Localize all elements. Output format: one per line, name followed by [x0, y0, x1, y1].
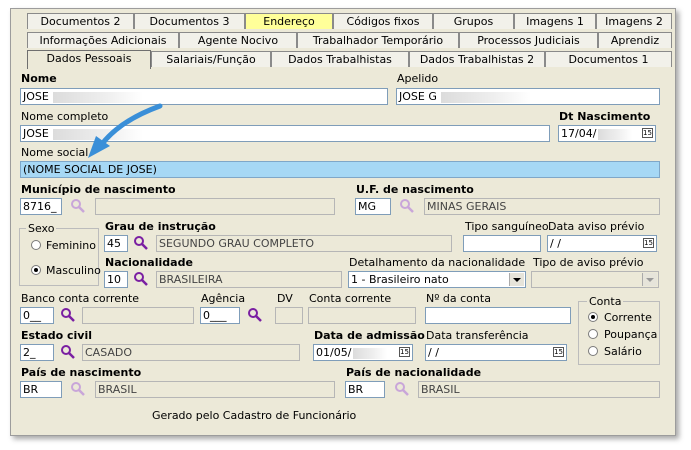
search-icon[interactable]	[60, 344, 76, 360]
conta-salario-radio[interactable]	[588, 346, 598, 356]
search-icon[interactable]	[70, 198, 86, 214]
nacionalidade-label: Nacionalidade	[105, 256, 193, 269]
nome-social-input[interactable]: (NOME SOCIAL DE JOSE)	[20, 161, 660, 178]
detalhamento-select[interactable]: 1 - Brasileiro nato	[348, 271, 526, 288]
dv-label: DV	[277, 292, 293, 305]
conta-corrente-label: Conta corrente	[309, 292, 392, 305]
conta-corrente-field	[308, 307, 416, 324]
nacionalidade-name-field: BRASILEIRA	[156, 271, 342, 288]
conta-salario-option-label: Salário	[604, 345, 642, 358]
sexo-masculino-radio[interactable]	[31, 265, 41, 275]
dt-nascimento-label: Dt Nascimento	[559, 110, 651, 123]
pais-nacionalidade-label: País de nacionalidade	[346, 366, 482, 379]
tab-trabalhador-temporario[interactable]: Trabalhador Temporário	[297, 32, 459, 48]
search-icon[interactable]	[60, 307, 76, 323]
search-icon[interactable]	[70, 381, 86, 397]
chevron-down-icon[interactable]	[642, 273, 657, 286]
municipio-code-input[interactable]: 8716_	[20, 198, 62, 215]
dv-field	[275, 307, 303, 324]
pais-nacionalidade-code-input[interactable]: BR	[345, 381, 385, 398]
uf-name-field: MINAS GERAIS	[424, 198, 660, 215]
apelido-label: Apelido	[397, 72, 439, 85]
footer-text: Gerado pelo Cadastro de Funcionário	[152, 409, 357, 422]
sexo-group: Sexo	[19, 222, 99, 286]
banco-label: Banco conta corrente	[21, 292, 140, 305]
data-aviso-label: Data aviso prévio	[548, 220, 645, 233]
tab-informacoes-adicionais[interactable]: Informações Adicionais	[27, 32, 179, 48]
estado-civil-code-input[interactable]: 2_	[20, 344, 54, 361]
grau-code-input[interactable]: 45	[104, 235, 128, 252]
tab-imagens-1[interactable]: Imagens 1	[514, 13, 596, 29]
apelido-input[interactable]: JOSE G	[396, 88, 660, 105]
agencia-input[interactable]: 0___	[200, 307, 240, 324]
data-aviso-input[interactable]: / /15	[547, 235, 657, 252]
detalhamento-label: Detalhamento da nacionalidade	[349, 256, 526, 269]
dt-nascimento-input[interactable]: 17/04/15	[558, 125, 656, 142]
uf-code-input[interactable]: MG	[355, 198, 391, 215]
pais-nascimento-code-input[interactable]: BR	[20, 381, 62, 398]
grau-name-field: SEGUNDO GRAU COMPLETO	[156, 235, 452, 252]
pais-nascimento-label: País de nascimento	[21, 366, 142, 379]
calendar-icon[interactable]: 15	[553, 347, 564, 357]
pais-nascimento-name-field: BRASIL	[95, 381, 335, 398]
sexo-label: Sexo	[26, 222, 57, 235]
tipo-sanguineo-input[interactable]	[463, 235, 541, 252]
banco-name-field	[82, 307, 194, 324]
search-icon[interactable]	[133, 235, 149, 251]
search-icon[interactable]	[133, 271, 149, 287]
tab-dados-trabalhistas-2[interactable]: Dados Trabalhistas 2	[409, 51, 545, 67]
calendar-icon[interactable]: 15	[643, 238, 654, 248]
municipio-name-field	[95, 198, 335, 215]
tab-processos-judiciais[interactable]: Processos Judiciais	[459, 32, 598, 48]
pointer-arrow-icon	[88, 103, 163, 158]
sexo-feminino-radio[interactable]	[31, 240, 41, 250]
data-admissao-input[interactable]: 01/05/15	[313, 344, 413, 361]
tab-endereco[interactable]: Endereço	[245, 13, 333, 29]
grau-label: Grau de instrução	[105, 220, 216, 233]
nome-label: Nome	[21, 72, 57, 85]
tipo-aviso-label: Tipo de aviso prévio	[533, 256, 644, 269]
tab-grupos[interactable]: Grupos	[433, 13, 514, 29]
numero-conta-label: Nº da conta	[426, 292, 491, 305]
calendar-icon[interactable]: 15	[399, 347, 410, 357]
tab-imagens-2[interactable]: Imagens 2	[596, 13, 672, 29]
agencia-label: Agência	[201, 292, 246, 305]
nacionalidade-code-input[interactable]: 10	[104, 271, 128, 288]
conta-poupanca-radio[interactable]	[588, 329, 598, 339]
tab-documentos-1[interactable]: Documentos 1	[545, 51, 672, 67]
banco-code-input[interactable]: 0__	[20, 307, 54, 324]
tab-salariais-funcao[interactable]: Salariais/Função	[151, 51, 271, 67]
sexo-masculino-label: Masculino	[46, 264, 101, 277]
conta-corrente-option-label: Corrente	[604, 311, 652, 324]
sexo-feminino-label: Feminino	[46, 239, 96, 252]
data-admissao-label: Data de admissão	[314, 329, 425, 342]
chevron-down-icon[interactable]	[509, 273, 524, 286]
data-transferencia-input[interactable]: / /15	[425, 344, 567, 361]
tab-dados-trabalhistas[interactable]: Dados Trabalhistas	[271, 51, 409, 67]
calendar-icon[interactable]: 15	[642, 128, 653, 138]
tab-agente-nocivo[interactable]: Agente Nocivo	[179, 32, 297, 48]
estado-civil-label: Estado civil	[21, 329, 93, 342]
conta-label: Conta	[587, 295, 624, 308]
conta-corrente-radio[interactable]	[588, 312, 598, 322]
pais-nacionalidade-name-field: BRASIL	[418, 381, 660, 398]
tab-documentos-3[interactable]: Documentos 3	[134, 13, 245, 29]
numero-conta-input[interactable]	[425, 307, 571, 324]
tab-aprendiz[interactable]: Aprendiz	[598, 32, 672, 48]
search-icon[interactable]	[394, 381, 410, 397]
search-icon[interactable]	[399, 198, 415, 214]
tab-documentos-2[interactable]: Documentos 2	[27, 13, 134, 29]
tab-codigos-fixos[interactable]: Códigos fixos	[333, 13, 433, 29]
tipo-sanguineo-label: Tipo sanguíneo	[465, 220, 549, 233]
municipio-label: Município de nascimento	[21, 183, 176, 196]
conta-poupanca-option-label: Poupança	[604, 328, 658, 341]
data-transferencia-label: Data transferência	[426, 329, 529, 342]
tab-dados-pessoais[interactable]: Dados Pessoais	[27, 50, 151, 69]
tipo-aviso-select[interactable]	[531, 271, 659, 288]
uf-label: U.F. de nascimento	[356, 183, 474, 196]
search-icon[interactable]	[247, 307, 263, 323]
estado-civil-name-field: CASADO	[82, 344, 300, 361]
